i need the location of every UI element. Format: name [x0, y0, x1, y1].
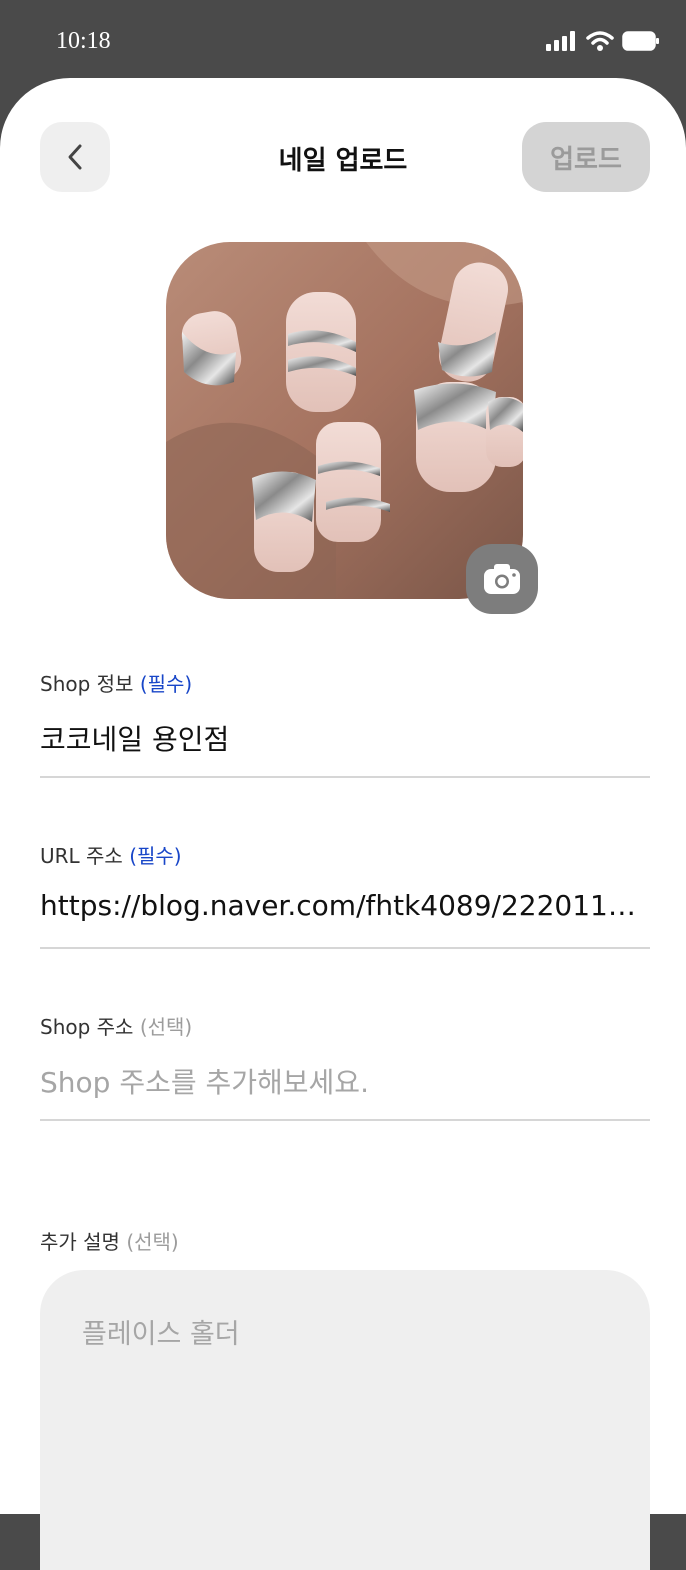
url-label-text: URL 주소: [40, 844, 123, 868]
wifi-icon: [586, 31, 614, 51]
battery-icon: [622, 31, 659, 51]
status-bar: 10:18: [0, 0, 686, 80]
divider: [40, 1119, 650, 1121]
description-placeholder: 플레이스 홀더: [82, 1319, 240, 1350]
nail-photo-image: [166, 242, 523, 599]
divider: [40, 947, 650, 949]
shop-info-label: Shop 정보 (필수): [40, 668, 192, 697]
description-textarea[interactable]: 플레이스 홀더: [40, 1270, 650, 1570]
shop-address-input[interactable]: Shop 주소를 추가해보세요.: [40, 1061, 640, 1101]
upload-button[interactable]: 업로드: [522, 122, 650, 192]
description-label-text: 추가 설명: [40, 1230, 120, 1254]
description-label: 추가 설명 (선택): [40, 1226, 179, 1255]
required-tag: (필수): [129, 844, 182, 868]
optional-tag: (선택): [139, 1015, 193, 1039]
upload-sheet: 네일 업로드 업로드 Shop 정보 (필수) 코코네일 용인점 URL 주소 …: [0, 78, 686, 1570]
shop-info-input[interactable]: 코코네일 용인점: [40, 718, 640, 758]
status-icons: [546, 30, 660, 52]
camera-button[interactable]: [466, 544, 538, 614]
optional-tag: (선택): [126, 1230, 179, 1254]
signal-icon: [546, 31, 575, 51]
shop-info-label-text: Shop 정보: [40, 672, 134, 696]
url-label: URL 주소 (필수): [40, 840, 182, 869]
camera-icon: [484, 564, 520, 594]
divider: [40, 776, 650, 778]
shop-address-label-text: Shop 주소: [40, 1015, 134, 1039]
required-tag: (필수): [139, 672, 193, 696]
nail-photo[interactable]: [166, 242, 523, 599]
status-time: 10:18: [56, 28, 111, 54]
url-input[interactable]: https://blog.naver.com/fhtk4089/2220118…: [40, 889, 640, 922]
shop-address-label: Shop 주소 (선택): [40, 1011, 192, 1040]
